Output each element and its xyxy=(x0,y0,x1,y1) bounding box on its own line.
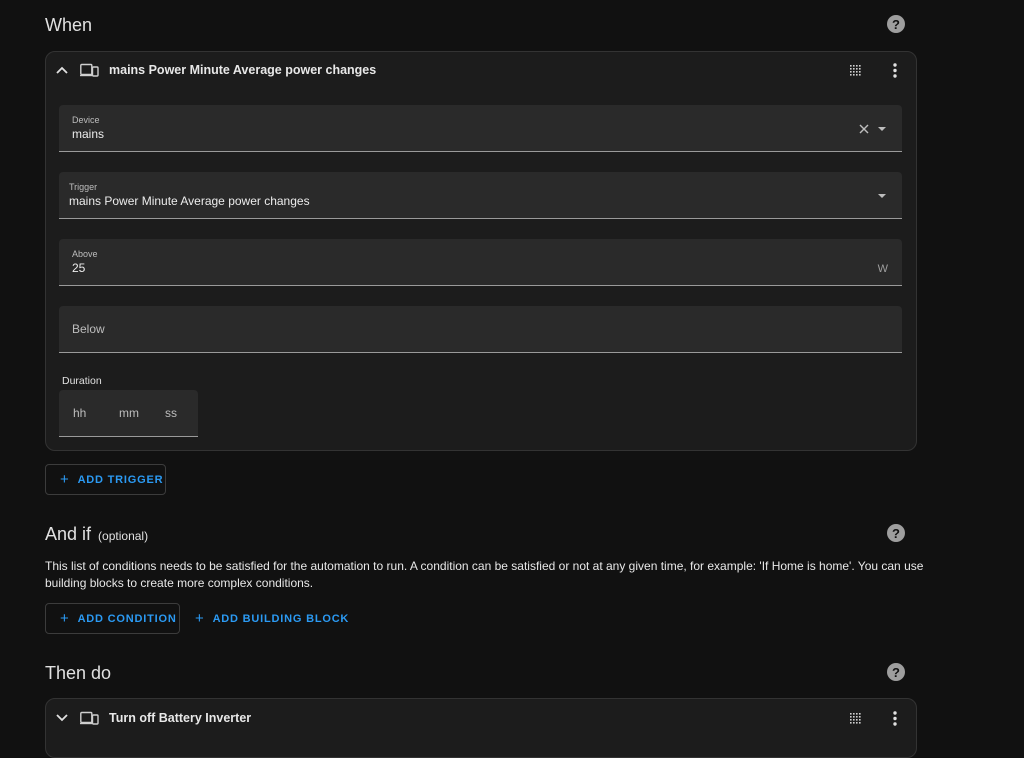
below-field-placeholder: Below xyxy=(72,322,105,336)
add-condition-label: ADD CONDITION xyxy=(77,612,177,625)
duration-input[interactable]: hh mm ss xyxy=(59,390,198,437)
devices-icon xyxy=(80,711,99,725)
drag-grid-icon[interactable] xyxy=(850,65,861,76)
menu-down-icon[interactable] xyxy=(878,194,886,198)
add-building-block-label: ADD BUILDING BLOCK xyxy=(212,612,350,625)
below-field[interactable]: Below xyxy=(59,306,902,353)
above-field-unit: W xyxy=(877,263,888,275)
duration-label: Duration xyxy=(62,375,102,387)
trigger-select[interactable]: Trigger mains Power Minute Average power… xyxy=(59,172,902,219)
plus-icon: + xyxy=(195,610,205,627)
trigger-card-title[interactable]: mains Power Minute Average power changes xyxy=(109,63,376,77)
dots-vertical-icon[interactable] xyxy=(892,711,898,726)
chevron-down-icon[interactable] xyxy=(56,713,68,723)
when-section-title: When xyxy=(45,15,93,35)
help-circle-icon[interactable]: ? xyxy=(887,524,905,542)
add-condition-button[interactable]: + ADD CONDITION xyxy=(45,603,180,634)
above-field-label: Above xyxy=(72,249,98,259)
add-building-block-button[interactable]: + ADD BUILDING BLOCK xyxy=(195,603,349,634)
drag-grid-icon[interactable] xyxy=(850,713,861,724)
plus-icon: + xyxy=(60,471,70,488)
duration-seconds-input[interactable]: ss xyxy=(165,406,177,420)
help-circle-icon[interactable]: ? xyxy=(887,663,905,681)
and-if-section-title: And if (optional) xyxy=(45,524,148,545)
help-circle-icon[interactable]: ? xyxy=(887,15,905,33)
device-field-value: mains xyxy=(72,127,105,141)
device-field-label: Device xyxy=(72,115,100,125)
conditions-description: This list of conditions needs to be sati… xyxy=(45,559,924,590)
optional-label: (optional) xyxy=(98,529,149,543)
and-if-title: And if xyxy=(45,524,92,544)
trigger-field-label: Trigger xyxy=(69,182,98,192)
device-field[interactable]: Device mains xyxy=(59,105,902,152)
add-trigger-button[interactable]: + ADD TRIGGER xyxy=(45,464,166,495)
devices-icon xyxy=(80,63,99,77)
plus-icon: + xyxy=(60,610,70,627)
add-trigger-label: ADD TRIGGER xyxy=(77,473,164,486)
duration-minutes-input[interactable]: mm xyxy=(119,406,139,420)
above-field[interactable]: Above 25 W xyxy=(59,239,902,286)
menu-down-icon[interactable] xyxy=(878,127,886,131)
chevron-up-icon[interactable] xyxy=(56,65,68,75)
action-card-title[interactable]: Turn off Battery Inverter xyxy=(109,711,251,725)
then-do-section-title: Then do xyxy=(45,663,112,683)
trigger-field-value: mains Power Minute Average power changes xyxy=(69,194,310,208)
action-card xyxy=(45,698,917,758)
duration-hours-input[interactable]: hh xyxy=(73,406,86,420)
dots-vertical-icon[interactable] xyxy=(892,63,898,78)
above-field-value: 25 xyxy=(72,261,86,275)
close-icon[interactable] xyxy=(859,124,869,134)
